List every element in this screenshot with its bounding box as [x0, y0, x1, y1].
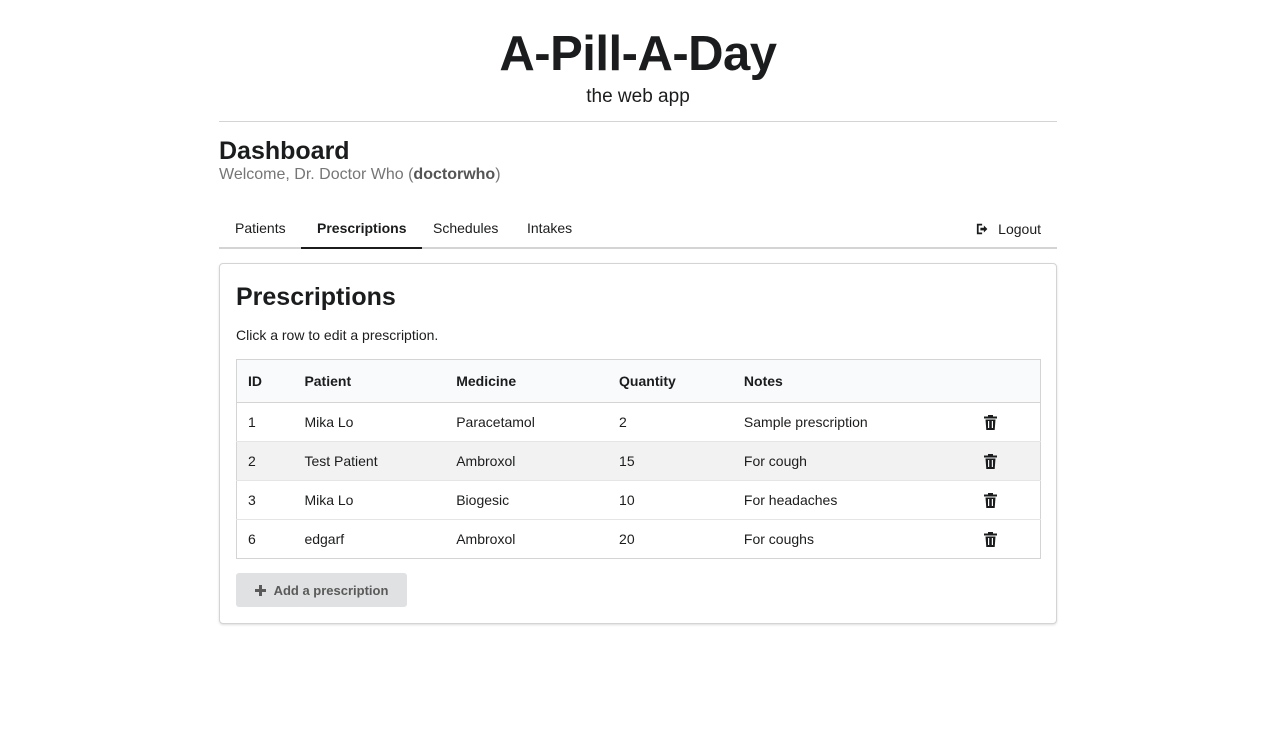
column-header-quantity: Quantity — [608, 359, 733, 403]
username: doctorwho — [413, 166, 496, 183]
table-row[interactable]: 2 Test Patient Ambroxol 15 For cough — [236, 441, 1041, 481]
add-prescription-button[interactable]: Add a prescription — [236, 573, 407, 607]
cell-notes: Sample prescription — [743, 414, 868, 430]
cell-id: 3 — [236, 480, 294, 520]
cell-delete — [972, 480, 1041, 520]
logout-button[interactable]: Logout — [960, 208, 1057, 249]
cell-delete — [972, 519, 1041, 559]
trash-icon[interactable] — [983, 532, 997, 548]
prescriptions-table: ID Patient Medicine Quantity Notes 1 Mik… — [236, 359, 1041, 559]
cell-patient: Mika Lo — [304, 414, 354, 430]
tab-patients[interactable]: Patients — [219, 208, 302, 249]
site-title: A-Pill-A-Day — [499, 27, 777, 81]
page-title: Dashboard — [219, 137, 350, 165]
cell-quantity: 20 — [608, 519, 733, 559]
plus-icon — [254, 584, 266, 596]
sign-out-icon — [977, 223, 988, 234]
cell-medicine: Biogesic — [445, 480, 609, 520]
cell-notes: For coughs — [732, 519, 973, 559]
tab-schedules[interactable]: Schedules — [417, 208, 514, 249]
logout-label: Logout — [998, 220, 1041, 237]
tab-prescriptions[interactable]: Prescriptions — [301, 208, 423, 249]
column-header-id: ID — [236, 359, 294, 403]
cell-delete — [972, 441, 1041, 481]
prescriptions-panel: Prescriptions Click a row to edit a pres… — [219, 263, 1057, 624]
cell-quantity: 10 — [608, 480, 733, 520]
table-row[interactable]: 3 Mika Lo Biogesic 10 For headaches — [236, 480, 1041, 520]
site-subtitle: the web app — [586, 86, 690, 107]
column-header-patient: Patient — [293, 359, 446, 403]
site-header: A-Pill-A-Day the web app — [219, 0, 1057, 122]
table-row[interactable]: 6 edgarf Ambroxol 20 For coughs — [236, 519, 1041, 559]
cell-id: 2 — [236, 441, 294, 481]
welcome-message: Welcome, Dr. Doctor Who (doctorwho) — [219, 165, 501, 185]
table-header-row: ID Patient Medicine Quantity Notes — [236, 359, 1041, 403]
tab-bar: Patients Prescriptions Schedules Intakes… — [219, 208, 1057, 249]
column-header-notes: Notes — [732, 359, 973, 403]
cell-notes: For cough — [732, 441, 973, 481]
trash-icon[interactable] — [983, 415, 997, 431]
trash-icon[interactable] — [983, 493, 997, 509]
cell-quantity: 15 — [608, 441, 733, 481]
trash-icon[interactable] — [983, 454, 997, 470]
welcome-suffix: ) — [495, 166, 501, 183]
table-row[interactable]: 1 Mika Lo Paracetamol 2 Sample prescript… — [237, 403, 1041, 442]
cell-quantity: 2 — [619, 414, 627, 430]
section-title: Prescriptions — [236, 283, 396, 311]
add-prescription-label: Add a prescription — [273, 582, 389, 598]
section-hint: Click a row to edit a prescription. — [236, 327, 439, 343]
welcome-prefix: Welcome, Dr. Doctor Who ( — [219, 166, 414, 183]
tab-intakes[interactable]: Intakes — [511, 208, 588, 249]
column-header-actions — [972, 359, 1041, 403]
cell-id: 1 — [248, 414, 256, 430]
column-header-medicine: Medicine — [445, 359, 609, 403]
cell-id: 6 — [236, 519, 294, 559]
cell-medicine: Paracetamol — [456, 414, 535, 430]
cell-medicine: Ambroxol — [445, 519, 609, 559]
cell-patient: edgarf — [293, 519, 446, 559]
cell-delete — [973, 403, 1041, 442]
cell-patient: Test Patient — [293, 441, 446, 481]
cell-notes: For headaches — [732, 480, 973, 520]
cell-patient: Mika Lo — [293, 480, 446, 520]
cell-medicine: Ambroxol — [445, 441, 609, 481]
